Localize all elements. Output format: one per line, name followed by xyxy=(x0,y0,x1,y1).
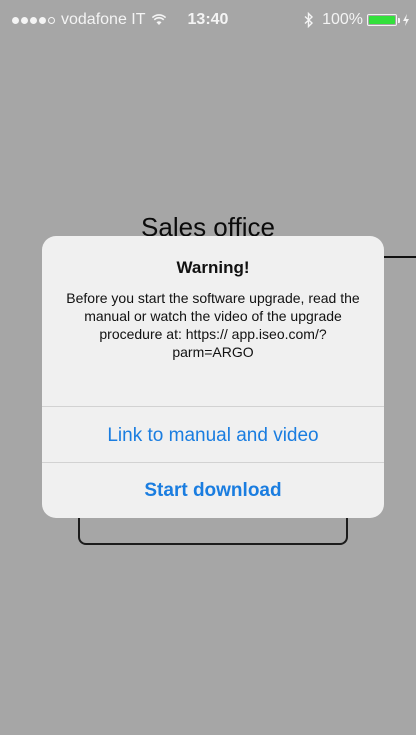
charging-icon xyxy=(403,14,409,26)
signal-strength-icon xyxy=(12,16,55,24)
signal-dot xyxy=(21,16,28,24)
signal-dot-empty xyxy=(48,16,55,24)
wifi-icon xyxy=(151,14,166,25)
alert-title: Warning! xyxy=(176,258,250,277)
status-right: 100% xyxy=(304,0,410,40)
start-download-button[interactable]: Start download xyxy=(42,463,384,518)
clock: 13:40 xyxy=(187,11,229,28)
status-bar: vodafone IT 13:40 100% xyxy=(0,0,416,40)
battery-icon xyxy=(367,14,397,26)
battery-percentage: 100% xyxy=(322,11,363,28)
carrier-name: vodafone IT xyxy=(61,11,146,28)
signal-dot xyxy=(30,16,37,24)
bluetooth-icon xyxy=(304,12,314,28)
alert-message: Before you start the software upgrade, r… xyxy=(66,290,360,360)
battery-tip xyxy=(398,17,400,23)
alert-divider xyxy=(42,406,384,407)
alert-dialog: Warning! Before you start the software u… xyxy=(42,236,384,518)
signal-dot xyxy=(39,16,46,24)
signal-dot xyxy=(12,16,19,24)
status-left: vodafone IT xyxy=(12,0,166,40)
link-to-manual-button[interactable]: Link to manual and video xyxy=(42,408,384,464)
battery-fill xyxy=(369,16,395,24)
